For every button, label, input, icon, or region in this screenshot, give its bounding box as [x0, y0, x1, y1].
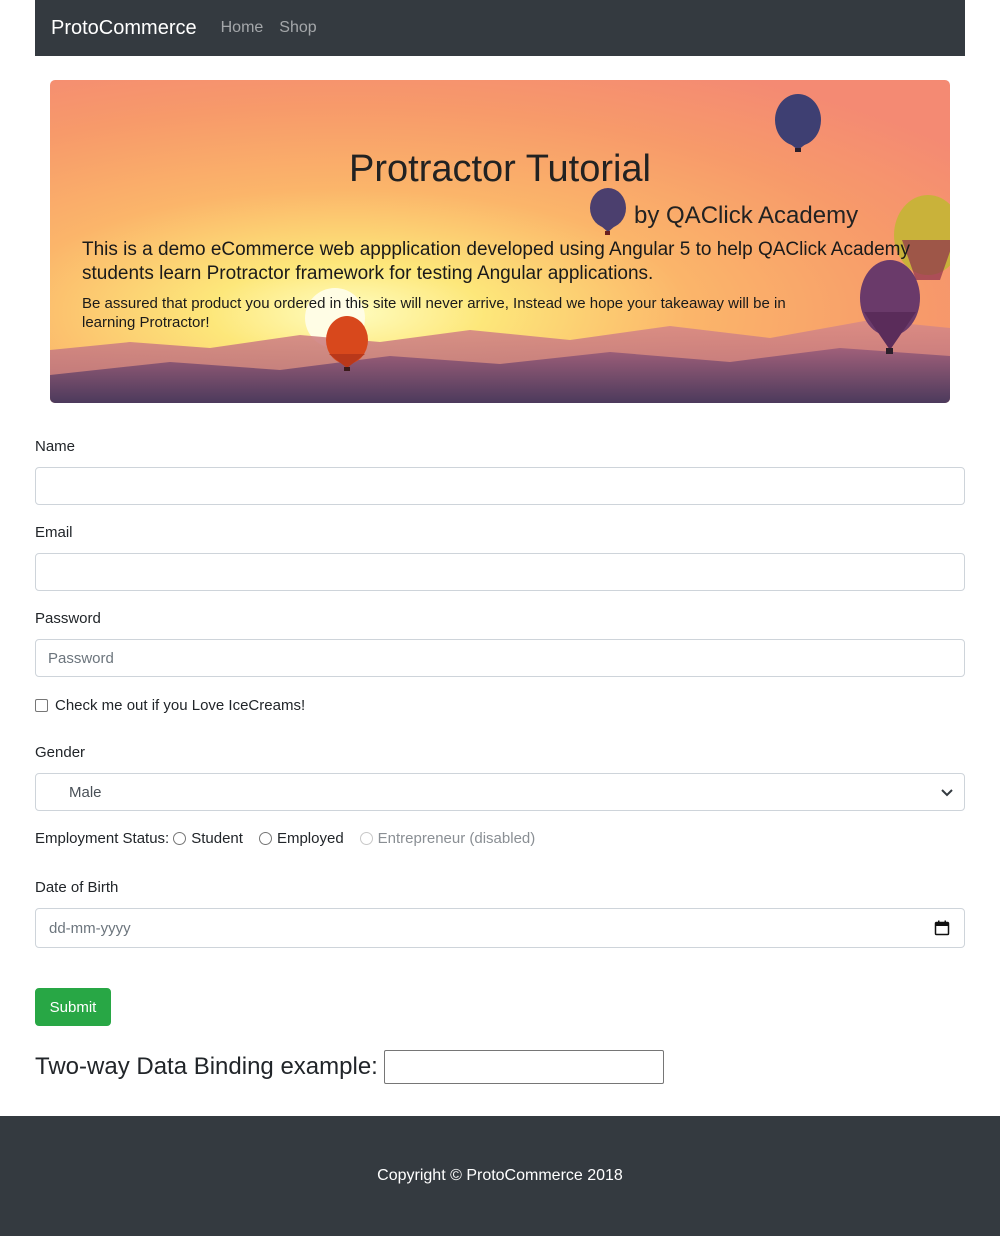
radio-employed-label: Employed — [276, 830, 344, 847]
nav-link-home[interactable]: Home — [221, 19, 264, 37]
email-input[interactable] — [35, 553, 965, 591]
hero-title: Protractor Tutorial — [349, 148, 651, 190]
two-way-binding-row: Two-way Data Binding example: — [35, 1050, 664, 1084]
name-input[interactable] — [35, 467, 965, 505]
footer: Copyright © ProtoCommerce 2018 — [0, 1116, 1000, 1236]
dob-input[interactable]: dd-mm-yyyy — [35, 908, 965, 948]
password-input[interactable] — [35, 639, 965, 677]
two-way-binding-input[interactable] — [383, 1050, 664, 1084]
hero-small-text: Be assured that product you ordered in t… — [82, 295, 786, 331]
navbar: ProtoCommerce Home Shop — [35, 0, 965, 56]
dob-placeholder: dd-mm-yyyy — [49, 919, 131, 937]
radio-entrepreneur — [359, 832, 373, 845]
nav-link-shop[interactable]: Shop — [279, 19, 316, 37]
icecream-checkbox-label: Check me out if you Love IceCreams! — [55, 697, 306, 714]
hero-lead-text: This is a demo eCommerce web appplicatio… — [82, 239, 911, 284]
two-way-binding-label: Two-way Data Binding example: — [35, 1053, 378, 1080]
chevron-down-icon — [941, 789, 953, 797]
employment-status-row: Employment Status: Student Employed Entr… — [35, 830, 547, 847]
hero-banner: Protractor Tutorial by QAClick Academy T… — [50, 80, 950, 403]
radio-employed[interactable] — [258, 832, 272, 845]
radio-student[interactable] — [173, 832, 187, 845]
radio-student-label: Student — [191, 830, 243, 847]
gender-selected-value: Male — [69, 783, 102, 801]
calendar-icon[interactable] — [934, 920, 950, 936]
password-label: Password — [35, 610, 101, 627]
navbar-brand[interactable]: ProtoCommerce — [51, 17, 197, 40]
employment-status-label: Employment Status: — [35, 830, 170, 847]
icecream-checkbox[interactable] — [35, 699, 48, 712]
radio-entrepreneur-label: Entrepreneur (disabled) — [377, 830, 536, 847]
gender-select[interactable]: Male — [35, 773, 965, 811]
email-label: Email — [35, 524, 73, 541]
dob-label: Date of Birth — [35, 879, 119, 896]
footer-copyright: Copyright © ProtoCommerce 2018 — [377, 1167, 623, 1184]
icecream-checkbox-row: Check me out if you Love IceCreams! — [35, 697, 305, 714]
hero-byline: by QAClick Academy — [634, 202, 859, 229]
submit-button[interactable]: Submit — [35, 988, 111, 1026]
gender-label: Gender — [35, 744, 86, 761]
name-label: Name — [35, 438, 76, 455]
